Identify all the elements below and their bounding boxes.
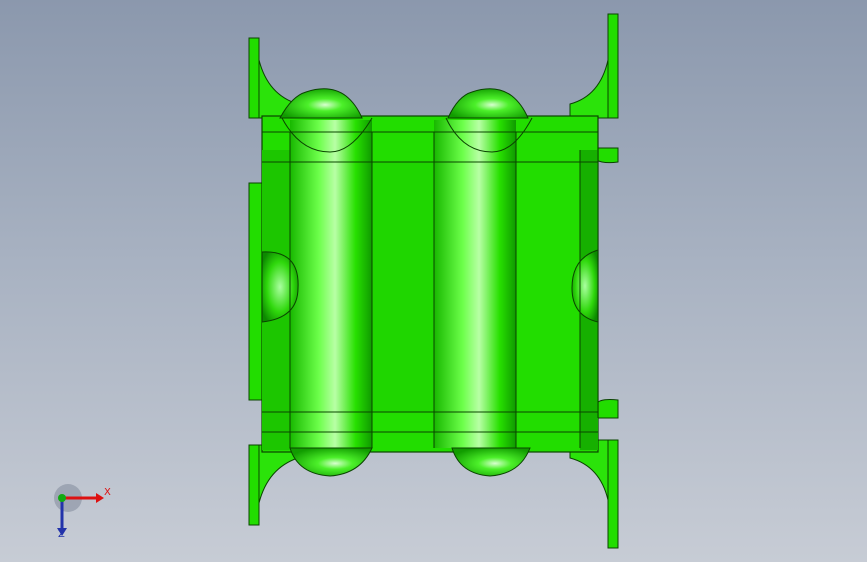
coordinate-triad: X Z [40,478,120,548]
x-axis-label: X [104,487,111,498]
z-axis-label: Z [58,529,65,540]
graphics-viewport[interactable]: X Z [0,0,867,562]
sheet-metal-part-model[interactable] [0,0,867,562]
